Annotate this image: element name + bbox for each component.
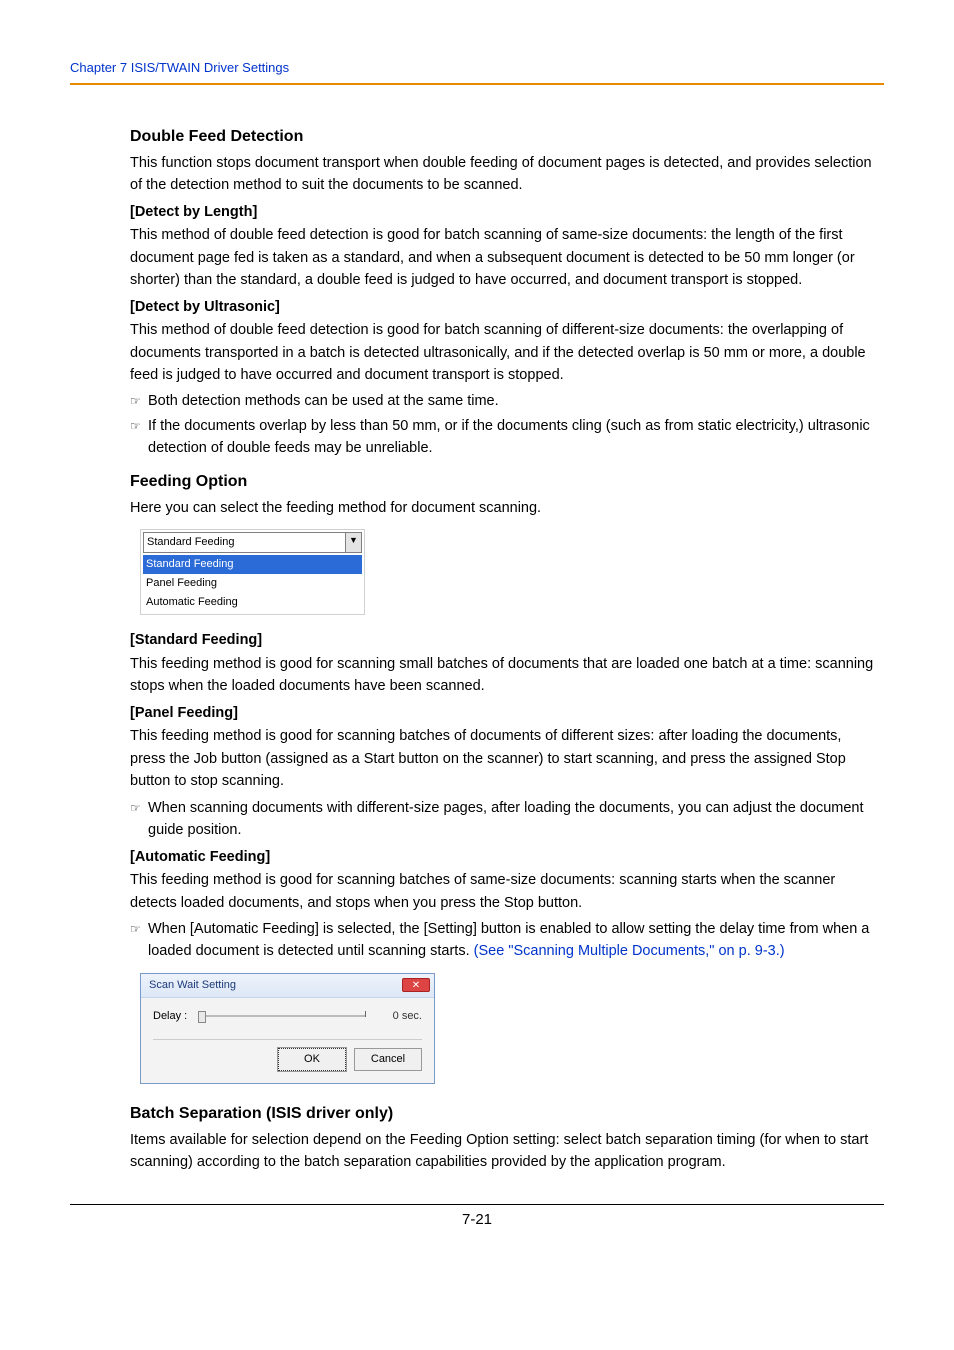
pointer-icon: ☞ — [130, 797, 148, 818]
detect-length-title: [Detect by Length] — [130, 201, 874, 223]
feeding-title: Feeding Option — [130, 470, 874, 495]
page-number: 7-21 — [70, 1211, 884, 1248]
delay-label: Delay : — [153, 1008, 187, 1025]
dfd-note-2: ☞ If the documents overlap by less than … — [130, 415, 874, 460]
feeding-option-standard[interactable]: Standard Feeding — [143, 555, 362, 574]
pointer-icon: ☞ — [130, 918, 148, 939]
dfd-intro: This function stops document transport w… — [130, 152, 874, 197]
feeding-dropdown[interactable]: Standard Feeding ▼ Standard Feeding Pane… — [140, 529, 365, 615]
dialog-title-text: Scan Wait Setting — [149, 977, 236, 994]
automatic-feeding-note: ☞ When [Automatic Feeding] is selected, … — [130, 918, 874, 963]
pointer-icon: ☞ — [130, 415, 148, 436]
close-icon[interactable]: ✕ — [402, 978, 430, 992]
header-divider — [70, 83, 884, 85]
panel-feeding-note: ☞ When scanning documents with different… — [130, 797, 874, 842]
delay-value: 0 sec. — [380, 1008, 422, 1025]
feeding-option-panel[interactable]: Panel Feeding — [143, 574, 362, 593]
pointer-icon: ☞ — [130, 390, 148, 411]
dfd-title: Double Feed Detection — [130, 125, 874, 150]
panel-feeding-title: [Panel Feeding] — [130, 702, 874, 724]
detect-length-text: This method of double feed detection is … — [130, 224, 874, 291]
chapter-header: Chapter 7 ISIS/TWAIN Driver Settings — [70, 60, 884, 83]
panel-feeding-note-text: When scanning documents with different-s… — [148, 797, 874, 842]
delay-slider[interactable] — [195, 1009, 372, 1023]
dfd-note-2-text: If the documents overlap by less than 50… — [148, 415, 874, 460]
main-content: Double Feed Detection This function stop… — [130, 125, 874, 1174]
feeding-option-automatic[interactable]: Automatic Feeding — [143, 593, 362, 612]
feeding-dropdown-list: Standard Feeding Panel Feeding Automatic… — [143, 555, 362, 612]
detect-ultrasonic-title: [Detect by Ultrasonic] — [130, 296, 874, 318]
dfd-note-1: ☞ Both detection methods can be used at … — [130, 390, 874, 412]
detect-ultrasonic-text: This method of double feed detection is … — [130, 319, 874, 386]
batch-separation-text: Items available for selection depend on … — [130, 1129, 874, 1174]
scan-wait-dialog: Scan Wait Setting ✕ Delay : 0 sec. OK — [140, 973, 435, 1084]
slider-thumb-icon[interactable] — [198, 1011, 206, 1023]
automatic-feeding-text: This feeding method is good for scanning… — [130, 869, 874, 914]
standard-feeding-title: [Standard Feeding] — [130, 629, 874, 651]
ok-button[interactable]: OK — [278, 1048, 346, 1071]
cross-reference-link[interactable]: (See "Scanning Multiple Documents," on p… — [474, 943, 785, 959]
feeding-dropdown-selected[interactable]: Standard Feeding ▼ — [143, 532, 362, 553]
feeding-dropdown-selected-text: Standard Feeding — [144, 533, 345, 552]
panel-feeding-text: This feeding method is good for scanning… — [130, 725, 874, 792]
dfd-note-1-text: Both detection methods can be used at th… — [148, 390, 874, 412]
chevron-down-icon[interactable]: ▼ — [345, 533, 361, 552]
batch-separation-title: Batch Separation (ISIS driver only) — [130, 1102, 874, 1127]
automatic-feeding-title: [Automatic Feeding] — [130, 846, 874, 868]
standard-feeding-text: This feeding method is good for scanning… — [130, 653, 874, 698]
cancel-button[interactable]: Cancel — [354, 1048, 422, 1071]
dialog-titlebar: Scan Wait Setting ✕ — [141, 974, 434, 998]
dialog-divider — [153, 1039, 422, 1040]
automatic-feeding-note-text: When [Automatic Feeding] is selected, th… — [148, 918, 874, 963]
footer-divider — [70, 1204, 884, 1205]
feeding-intro: Here you can select the feeding method f… — [130, 497, 874, 519]
